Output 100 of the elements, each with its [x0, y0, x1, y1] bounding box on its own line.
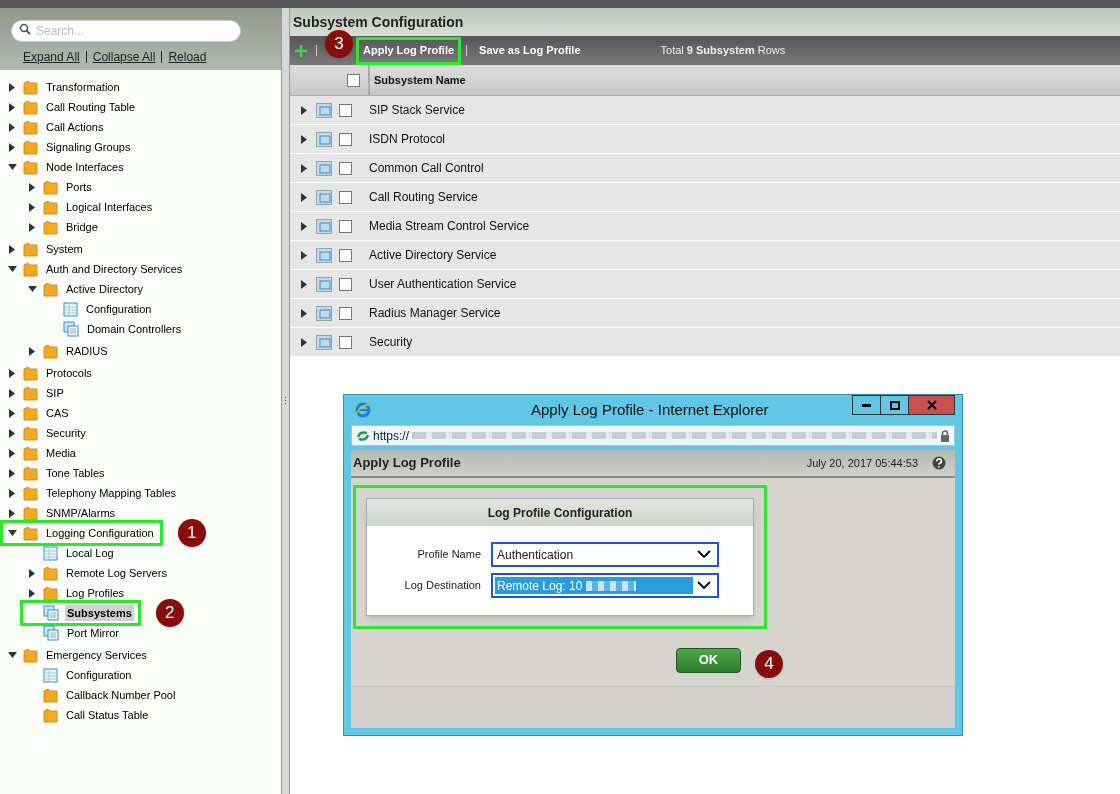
table-row[interactable]: Radius Manager Service	[290, 299, 1120, 328]
tree-item[interactable]: Remote Log Servers	[43, 563, 173, 583]
toolbar-button[interactable]: Save as Log Profile	[475, 39, 585, 62]
table-row[interactable]: ISDN Protocol	[290, 125, 1120, 154]
checkbox[interactable]	[339, 277, 352, 291]
tree-item[interactable]: Auth and Directory Services	[23, 259, 189, 279]
expanded-arrow-icon[interactable]	[8, 162, 17, 172]
folder-icon	[43, 199, 58, 215]
tree-item[interactable]: Emergency Services	[23, 645, 153, 665]
tree-item[interactable]: Logical Interfaces	[43, 197, 159, 217]
tree-item[interactable]: Bridge	[43, 217, 104, 237]
checkbox[interactable]	[339, 132, 352, 146]
tree-item[interactable]: Local Log	[43, 543, 120, 563]
collapsed-arrow-icon[interactable]	[300, 163, 309, 173]
maximize-button[interactable]	[881, 395, 909, 415]
collapsed-arrow-icon[interactable]	[8, 82, 17, 92]
tree-item[interactable]: CAS	[23, 403, 75, 423]
tree-item[interactable]: System	[23, 239, 89, 259]
table-row[interactable]: Call Routing Service	[290, 183, 1120, 212]
collapsed-arrow-icon[interactable]	[28, 182, 37, 192]
table-row[interactable]: Common Call Control	[290, 154, 1120, 183]
tree-item[interactable]: Call Routing Table	[23, 97, 142, 117]
tree-item[interactable]: Tone Tables	[23, 463, 111, 483]
collapsed-arrow-icon[interactable]	[8, 244, 17, 254]
tree-item[interactable]: Call Actions	[23, 117, 110, 137]
tree-item[interactable]: Protocols	[23, 363, 98, 383]
collapsed-arrow-icon[interactable]	[28, 346, 37, 356]
collapsed-arrow-icon[interactable]	[300, 279, 309, 289]
toolbar-button[interactable]: Apply Log Profile	[359, 39, 459, 62]
tree-item[interactable]: Ports	[43, 177, 98, 197]
collapsed-arrow-icon[interactable]	[28, 222, 37, 232]
collapsed-arrow-icon[interactable]	[8, 122, 17, 132]
collapsed-arrow-icon[interactable]	[300, 308, 309, 318]
tree-item[interactable]: Node Interfaces	[23, 157, 130, 177]
tree-item[interactable]: Active Directory	[43, 279, 150, 299]
collapsed-arrow-icon[interactable]	[300, 221, 309, 231]
collapsed-arrow-icon[interactable]	[8, 102, 17, 112]
collapsed-arrow-icon[interactable]	[8, 448, 17, 458]
tree-item[interactable]: Configuration	[63, 299, 158, 319]
table-row[interactable]: SIP Stack Service	[290, 96, 1120, 125]
collapsed-arrow-icon[interactable]	[8, 142, 17, 152]
tree-item[interactable]: Log Profiles	[43, 583, 131, 603]
tree-link[interactable]: Collapse All	[92, 48, 156, 66]
table-row[interactable]: Media Stream Control Service	[290, 212, 1120, 241]
help-icon[interactable]	[932, 456, 946, 470]
checkbox[interactable]	[339, 161, 352, 175]
tree-link[interactable]: Expand All	[23, 48, 80, 66]
checkbox[interactable]	[339, 335, 352, 349]
collapsed-arrow-icon[interactable]	[300, 250, 309, 260]
tree-item[interactable]: Security	[23, 423, 92, 443]
collapsed-arrow-icon[interactable]	[8, 488, 17, 498]
tree-item[interactable]: Call Status Table	[43, 705, 155, 725]
tree-item[interactable]: Callback Number Pool	[43, 685, 182, 705]
tree-link[interactable]: Reload	[168, 48, 207, 66]
collapsed-arrow-icon[interactable]	[8, 428, 17, 438]
expanded-arrow-icon[interactable]	[8, 650, 17, 660]
collapsed-arrow-icon[interactable]	[300, 105, 309, 115]
collapsed-arrow-icon[interactable]	[28, 202, 37, 212]
select-field[interactable]: Authentication	[491, 542, 719, 567]
table-icon	[63, 301, 78, 317]
table-row[interactable]: Active Directory Service	[290, 241, 1120, 270]
tree-item[interactable]: Transformation	[23, 77, 126, 97]
checkbox[interactable]	[339, 248, 352, 262]
collapsed-arrow-icon[interactable]	[8, 408, 17, 418]
table-row[interactable]: Security	[290, 328, 1120, 357]
collapsed-arrow-icon[interactable]	[8, 468, 17, 478]
checkbox[interactable]	[339, 190, 352, 204]
collapsed-arrow-icon[interactable]	[8, 368, 17, 378]
tree-item[interactable]: SNMP/Alarms	[23, 503, 122, 523]
expanded-arrow-icon[interactable]	[28, 284, 37, 294]
collapsed-arrow-icon[interactable]	[300, 337, 309, 347]
collapsed-arrow-icon[interactable]	[8, 508, 17, 518]
collapsed-arrow-icon[interactable]	[8, 388, 17, 398]
collapsed-arrow-icon[interactable]	[28, 588, 37, 598]
checkbox[interactable]	[339, 306, 352, 320]
search-field[interactable]: Search...	[11, 20, 241, 42]
tree-item[interactable]: Port Mirror	[43, 623, 125, 643]
tree-item[interactable]: SIP	[23, 383, 70, 403]
close-button[interactable]	[909, 395, 955, 415]
ok-button[interactable]: OK	[676, 647, 741, 673]
tree-item[interactable]: Logging Configuration	[3, 523, 160, 543]
tree-item[interactable]: RADIUS	[43, 341, 114, 361]
checkbox[interactable]	[339, 103, 352, 117]
column-header[interactable]: Subsystem Name	[372, 71, 466, 89]
minimize-button[interactable]	[852, 395, 881, 415]
tree-item[interactable]: Configuration	[43, 665, 138, 685]
expanded-arrow-icon[interactable]	[8, 528, 17, 538]
expanded-arrow-icon[interactable]	[8, 264, 17, 274]
collapsed-arrow-icon[interactable]	[28, 568, 37, 578]
address-bar[interactable]: https://	[351, 425, 955, 446]
checkbox[interactable]	[339, 219, 352, 233]
tree-item[interactable]: Telephony Mapping Tables	[23, 483, 183, 503]
add-icon[interactable]	[294, 43, 308, 58]
tree-item[interactable]: Media	[23, 443, 82, 463]
table-row[interactable]: User Authentication Service	[290, 270, 1120, 299]
checkbox[interactable]	[347, 73, 360, 87]
tree-item[interactable]: Signaling Groups	[23, 137, 137, 157]
collapsed-arrow-icon[interactable]	[300, 192, 309, 202]
collapsed-arrow-icon[interactable]	[300, 134, 309, 144]
tree-item[interactable]: Domain Controllers	[63, 319, 188, 339]
